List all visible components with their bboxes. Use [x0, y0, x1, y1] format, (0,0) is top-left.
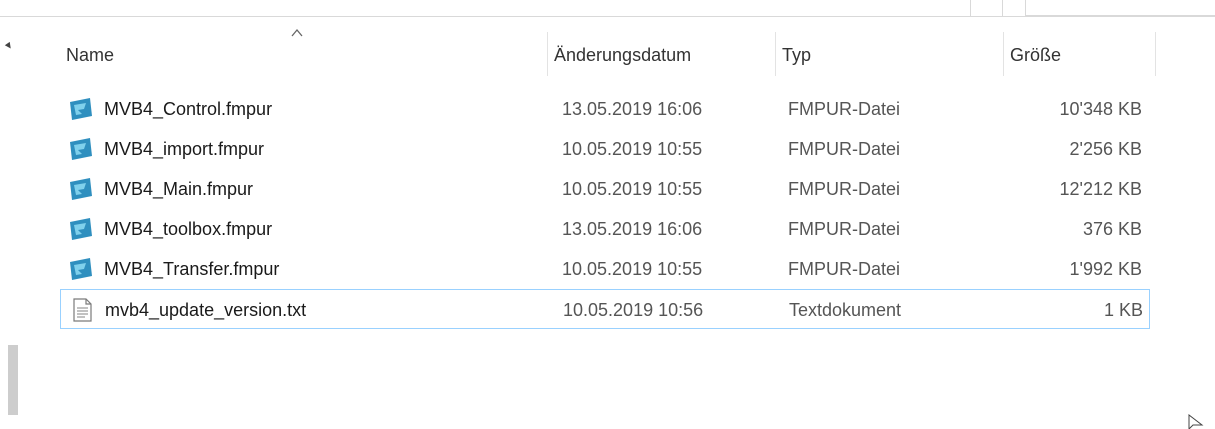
- file-type: FMPUR-Datei: [788, 219, 901, 239]
- file-name: MVB4_Transfer.fmpur: [104, 259, 280, 279]
- mouse-cursor-icon: [1188, 414, 1204, 429]
- file-row[interactable]: MVB4_Main.fmpur 10.05.2019 10:55 FMPUR-Dat…: [60, 169, 1150, 209]
- file-type: FMPUR-Datei: [788, 179, 901, 199]
- file-type: FMPUR-Datei: [788, 139, 901, 159]
- file-name-cell: mvb4_update_version.txt: [69, 290, 549, 330]
- file-name-cell: MVB4_import.fmpur: [68, 129, 548, 169]
- file-row[interactable]: MVB4_Control.fmpur 13.05.2019 16:06 FMPUR-…: [60, 89, 1150, 129]
- filemaker-icon: [68, 216, 94, 242]
- file-name: MVB4_Control.fmpur: [104, 99, 273, 119]
- filemaker-icon: [68, 96, 94, 122]
- column-header-name[interactable]: Name: [60, 24, 548, 76]
- column-header-date[interactable]: Änderungsdatum: [548, 24, 776, 76]
- file-size: 12'212 KB: [1059, 179, 1142, 199]
- text-document-icon: [69, 297, 95, 323]
- file-date: 10.05.2019 10:56: [563, 300, 704, 320]
- file-date: 10.05.2019 10:55: [562, 179, 703, 199]
- file-date: 13.05.2019 16:06: [562, 219, 703, 239]
- filemaker-icon: [68, 136, 94, 162]
- file-row[interactable]: MVB4_Transfer.fmpur 10.05.2019 10:55 FMPUR…: [60, 249, 1150, 289]
- file-name-cell: MVB4_Transfer.fmpur: [68, 249, 548, 289]
- file-name-cell: MVB4_Control.fmpur: [68, 89, 548, 129]
- file-name: MVB4_toolbox.fmpur: [104, 219, 273, 239]
- column-header-type-label: Typ: [782, 45, 812, 65]
- file-name: MVB4_import.fmpur: [104, 139, 265, 159]
- column-header-size[interactable]: Größe: [1004, 24, 1156, 76]
- file-name-cell: MVB4_toolbox.fmpur: [68, 209, 548, 249]
- filemaker-icon: [68, 176, 94, 202]
- nav-scrollbar-thumb[interactable]: [8, 345, 18, 415]
- column-header-name-label: Name: [66, 45, 115, 65]
- navigation-pane: [0, 17, 20, 429]
- file-size: 2'256 KB: [1069, 139, 1143, 159]
- file-name: MVB4_Main.fmpur: [104, 179, 254, 199]
- column-header-type[interactable]: Typ: [776, 24, 1004, 76]
- file-type: Textdokument: [789, 300, 902, 320]
- file-type: FMPUR-Datei: [788, 99, 901, 119]
- toolbar-divider: [1002, 0, 1003, 16]
- file-size: 1 KB: [1103, 300, 1143, 320]
- file-size: 10'348 KB: [1059, 99, 1142, 119]
- top-toolbar: [0, 0, 1215, 17]
- file-row[interactable]: mvb4_update_version.txt 10.05.2019 10:56 T…: [60, 289, 1150, 329]
- file-date: 10.05.2019 10:55: [562, 259, 703, 279]
- file-row[interactable]: MVB4_import.fmpur 10.05.2019 10:55 FMPUR-D…: [60, 129, 1150, 169]
- file-type: FMPUR-Datei: [788, 259, 901, 279]
- file-size: 1'992 KB: [1069, 259, 1143, 279]
- file-list: MVB4_Control.fmpur 13.05.2019 16:06 FMPUR-…: [60, 89, 1150, 329]
- column-header-date-label: Änderungsdatum: [554, 45, 692, 65]
- file-name-cell: MVB4_Main.fmpur: [68, 169, 548, 209]
- file-explorer-window: Name Änderungsdatum Typ Größe MVB4_Contr…: [0, 0, 1215, 429]
- column-header: Name Änderungsdatum Typ Größe: [60, 24, 1160, 76]
- file-size: 376 KB: [1082, 219, 1142, 239]
- file-date: 13.05.2019 16:06: [562, 99, 703, 119]
- column-header-size-label: Größe: [1010, 45, 1062, 65]
- toolbar-divider: [970, 0, 971, 16]
- scroll-arrow-icon[interactable]: [4, 41, 14, 51]
- file-date: 10.05.2019 10:55: [562, 139, 703, 159]
- file-name: mvb4_update_version.txt: [105, 300, 307, 320]
- search-box[interactable]: [1025, 0, 1215, 16]
- column-separator[interactable]: [1155, 32, 1156, 76]
- filemaker-icon: [68, 256, 94, 282]
- file-row[interactable]: MVB4_toolbox.fmpur 13.05.2019 16:06 FMPUR-…: [60, 209, 1150, 249]
